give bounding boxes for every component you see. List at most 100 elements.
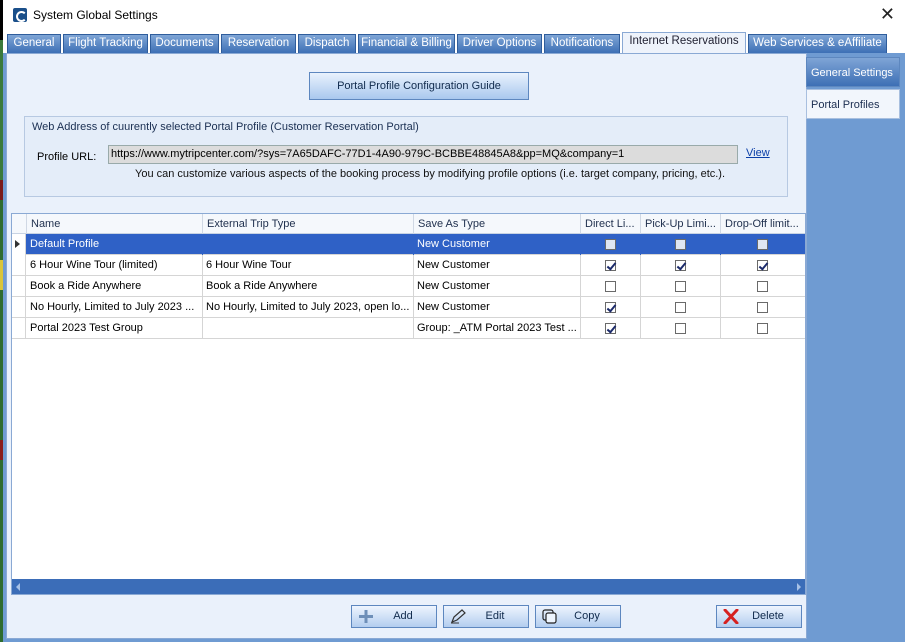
side-nav-portal-profiles[interactable]: Portal Profiles <box>806 89 900 119</box>
cell-save-as-type: New Customer <box>414 255 581 276</box>
cell-save-as-type: New Customer <box>414 297 581 318</box>
row-indicator <box>12 255 26 276</box>
web-address-group-title: Web Address of cuurently selected Portal… <box>32 121 419 133</box>
scroll-left-icon[interactable] <box>16 583 20 591</box>
tab-general[interactable]: General <box>7 34 61 53</box>
cell-name: Default Profile <box>27 234 203 255</box>
cell-dropoff <box>721 255 805 276</box>
cell-direct <box>581 234 641 255</box>
cell-direct <box>581 297 641 318</box>
cell-external-trip-type <box>203 234 414 255</box>
cell-dropoff <box>721 276 805 297</box>
scroll-right-icon[interactable] <box>797 583 801 591</box>
column-header-save-as-type[interactable]: Save As Type <box>414 214 581 234</box>
row-indicator <box>12 318 26 339</box>
row-indicator-header <box>12 214 27 234</box>
table-row[interactable]: 6 Hour Wine Tour (limited) 6 Hour Wine T… <box>12 255 805 276</box>
column-header-dropoff-limit[interactable]: Drop-Off limit... <box>721 214 805 234</box>
column-header-name[interactable]: Name <box>27 214 203 234</box>
pickup-checkbox[interactable] <box>675 302 686 313</box>
dropoff-checkbox[interactable] <box>757 260 768 271</box>
edit-button-label: Edit <box>485 610 505 622</box>
system-global-settings-window: System Global Settings ✕ General Flight … <box>0 0 905 642</box>
row-indicator <box>12 276 26 297</box>
direct-checkbox[interactable] <box>605 302 616 313</box>
tab-documents[interactable]: Documents <box>150 34 219 53</box>
app-logo-icon <box>13 8 27 22</box>
tab-internet-reservations[interactable]: Internet Reservations <box>622 32 746 53</box>
direct-checkbox[interactable] <box>605 281 616 292</box>
cell-name: 6 Hour Wine Tour (limited) <box>27 255 203 276</box>
cell-direct <box>581 255 641 276</box>
side-nav-general-settings[interactable]: General Settings <box>806 57 900 87</box>
add-button[interactable]: Add <box>351 605 437 628</box>
direct-checkbox[interactable] <box>605 239 616 250</box>
pickup-checkbox[interactable] <box>675 323 686 334</box>
cell-external-trip-type: 6 Hour Wine Tour <box>203 255 414 276</box>
configuration-guide-button[interactable]: Portal Profile Configuration Guide <box>309 72 529 100</box>
cell-dropoff <box>721 234 805 255</box>
customization-hint: You can customize various aspects of the… <box>135 168 726 180</box>
tab-bar: General Flight Tracking Documents Reserv… <box>3 32 905 53</box>
window-title: System Global Settings <box>33 8 158 22</box>
horizontal-scrollbar[interactable] <box>12 579 805 594</box>
cell-name: No Hourly, Limited to July 2023 ... <box>27 297 203 318</box>
tab-flight-tracking[interactable]: Flight Tracking <box>63 34 148 53</box>
add-button-label: Add <box>393 610 413 622</box>
cell-dropoff <box>721 297 805 318</box>
title-bar: System Global Settings ✕ <box>3 0 905 32</box>
pickup-checkbox[interactable] <box>675 260 686 271</box>
table-row[interactable]: Portal 2023 Test Group Group: _ATM Porta… <box>12 318 805 339</box>
web-address-group: Web Address of cuurently selected Portal… <box>24 116 788 197</box>
row-indicator <box>12 234 26 255</box>
delete-button-label: Delete <box>752 610 784 622</box>
profile-url-label: Profile URL: <box>37 151 97 163</box>
edit-button[interactable]: Edit <box>443 605 529 628</box>
profile-url-field[interactable]: https://www.mytripcenter.com/?sys=7A65DA… <box>108 145 738 164</box>
cell-save-as-type: New Customer <box>414 276 581 297</box>
column-header-external-trip-type[interactable]: External Trip Type <box>203 214 414 234</box>
cell-name: Book a Ride Anywhere <box>27 276 203 297</box>
tab-web-services[interactable]: Web Services & eAffiliate <box>748 34 887 53</box>
tab-notifications[interactable]: Notifications <box>544 34 620 53</box>
table-row[interactable]: Book a Ride Anywhere Book a Ride Anywher… <box>12 276 805 297</box>
dropoff-checkbox[interactable] <box>757 323 768 334</box>
row-indicator <box>12 297 26 318</box>
tab-dispatch[interactable]: Dispatch <box>298 34 356 53</box>
cell-save-as-type: Group: _ATM Portal 2023 Test ... <box>414 318 581 339</box>
grid-header: Name External Trip Type Save As Type Dir… <box>12 214 805 234</box>
cell-external-trip-type <box>203 318 414 339</box>
table-row[interactable]: Default Profile New Customer <box>12 234 805 255</box>
cell-pickup <box>641 318 721 339</box>
table-row[interactable]: No Hourly, Limited to July 2023 ... No H… <box>12 297 805 318</box>
cell-pickup <box>641 234 721 255</box>
close-icon[interactable]: ✕ <box>880 4 895 24</box>
portal-profiles-panel: Portal Profile Configuration Guide Web A… <box>6 53 807 639</box>
portal-profiles-grid: Name External Trip Type Save As Type Dir… <box>11 213 806 595</box>
cell-pickup <box>641 276 721 297</box>
dropoff-checkbox[interactable] <box>757 302 768 313</box>
cell-name: Portal 2023 Test Group <box>27 318 203 339</box>
column-header-pickup-limit[interactable]: Pick-Up Limi... <box>641 214 721 234</box>
cell-direct <box>581 318 641 339</box>
cell-external-trip-type: No Hourly, Limited to July 2023, open lo… <box>203 297 414 318</box>
tab-financial-billing[interactable]: Financial & Billing <box>358 34 455 53</box>
cell-save-as-type: New Customer <box>414 234 581 255</box>
delete-button[interactable]: Delete <box>716 605 802 628</box>
tab-driver-options[interactable]: Driver Options <box>457 34 542 53</box>
cell-external-trip-type: Book a Ride Anywhere <box>203 276 414 297</box>
pickup-checkbox[interactable] <box>675 281 686 292</box>
view-link[interactable]: View <box>746 147 770 159</box>
direct-checkbox[interactable] <box>605 260 616 271</box>
pickup-checkbox[interactable] <box>675 239 686 250</box>
dropoff-checkbox[interactable] <box>757 281 768 292</box>
tab-reservation[interactable]: Reservation <box>221 34 296 53</box>
direct-checkbox[interactable] <box>605 323 616 334</box>
cell-direct <box>581 276 641 297</box>
copy-button[interactable]: Copy <box>535 605 621 628</box>
cell-pickup <box>641 255 721 276</box>
column-header-direct[interactable]: Direct Li... <box>581 214 641 234</box>
cell-dropoff <box>721 318 805 339</box>
dropoff-checkbox[interactable] <box>757 239 768 250</box>
current-row-arrow-icon <box>15 240 20 248</box>
